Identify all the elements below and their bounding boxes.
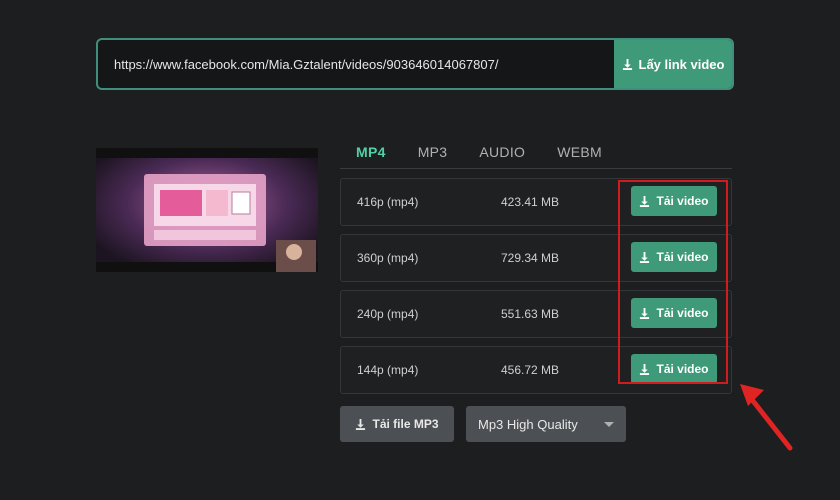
download-video-button[interactable]: Tải video [631, 242, 717, 272]
file-size: 423.41 MB [501, 195, 560, 209]
download-mp3-label: Tải file MP3 [372, 417, 439, 431]
download-list: 416p (mp4) 423.41 MB Tải video 360p (mp4… [340, 178, 732, 402]
quality-selected-value: Mp3 High Quality [478, 416, 578, 432]
download-video-label: Tải video [656, 306, 709, 320]
download-row: 144p (mp4) 456.72 MB Tải video [340, 346, 732, 394]
video-url-input[interactable] [98, 40, 614, 88]
file-size: 456.72 MB [501, 363, 560, 377]
download-row: 416p (mp4) 423.41 MB Tải video [340, 178, 732, 226]
download-row: 240p (mp4) 551.63 MB Tải video [340, 290, 732, 338]
download-mp3-button[interactable]: Tải file MP3 [340, 406, 454, 442]
resolution-label: 360p (mp4) [357, 251, 419, 265]
download-icon [640, 251, 650, 263]
download-row: 360p (mp4) 729.34 MB Tải video [340, 234, 732, 282]
get-link-button[interactable]: Lấy link video [614, 40, 732, 88]
resolution-label: 240p (mp4) [357, 307, 419, 321]
download-icon [640, 195, 650, 207]
download-icon [356, 418, 366, 430]
tab-audio[interactable]: AUDIO [463, 140, 541, 168]
resolution-label: 416p (mp4) [357, 195, 419, 209]
tab-mp3[interactable]: MP3 [402, 140, 464, 168]
file-size: 551.63 MB [501, 307, 560, 321]
red-arrow-annotation [740, 384, 793, 451]
download-icon [640, 363, 650, 375]
download-video-label: Tải video [656, 194, 709, 208]
download-video-button[interactable]: Tải video [631, 186, 717, 216]
download-video-button[interactable]: Tải video [631, 354, 717, 384]
get-link-label: Lấy link video [638, 56, 725, 72]
download-icon [622, 58, 632, 70]
chevron-down-icon [604, 422, 614, 427]
download-icon [640, 307, 650, 319]
resolution-label: 144p (mp4) [357, 363, 419, 377]
download-video-button[interactable]: Tải video [631, 298, 717, 328]
tab-mp4[interactable]: MP4 [340, 140, 402, 168]
url-bar: Lấy link video [96, 38, 734, 90]
download-video-label: Tải video [656, 250, 709, 264]
video-thumbnail [96, 148, 318, 272]
tab-webm[interactable]: WEBM [541, 140, 618, 168]
format-tabs: MP4 MP3 AUDIO WEBM [340, 140, 732, 169]
mp3-quality-select[interactable]: Mp3 High Quality [466, 406, 626, 442]
download-video-label: Tải video [656, 362, 709, 376]
file-size: 729.34 MB [501, 251, 560, 265]
